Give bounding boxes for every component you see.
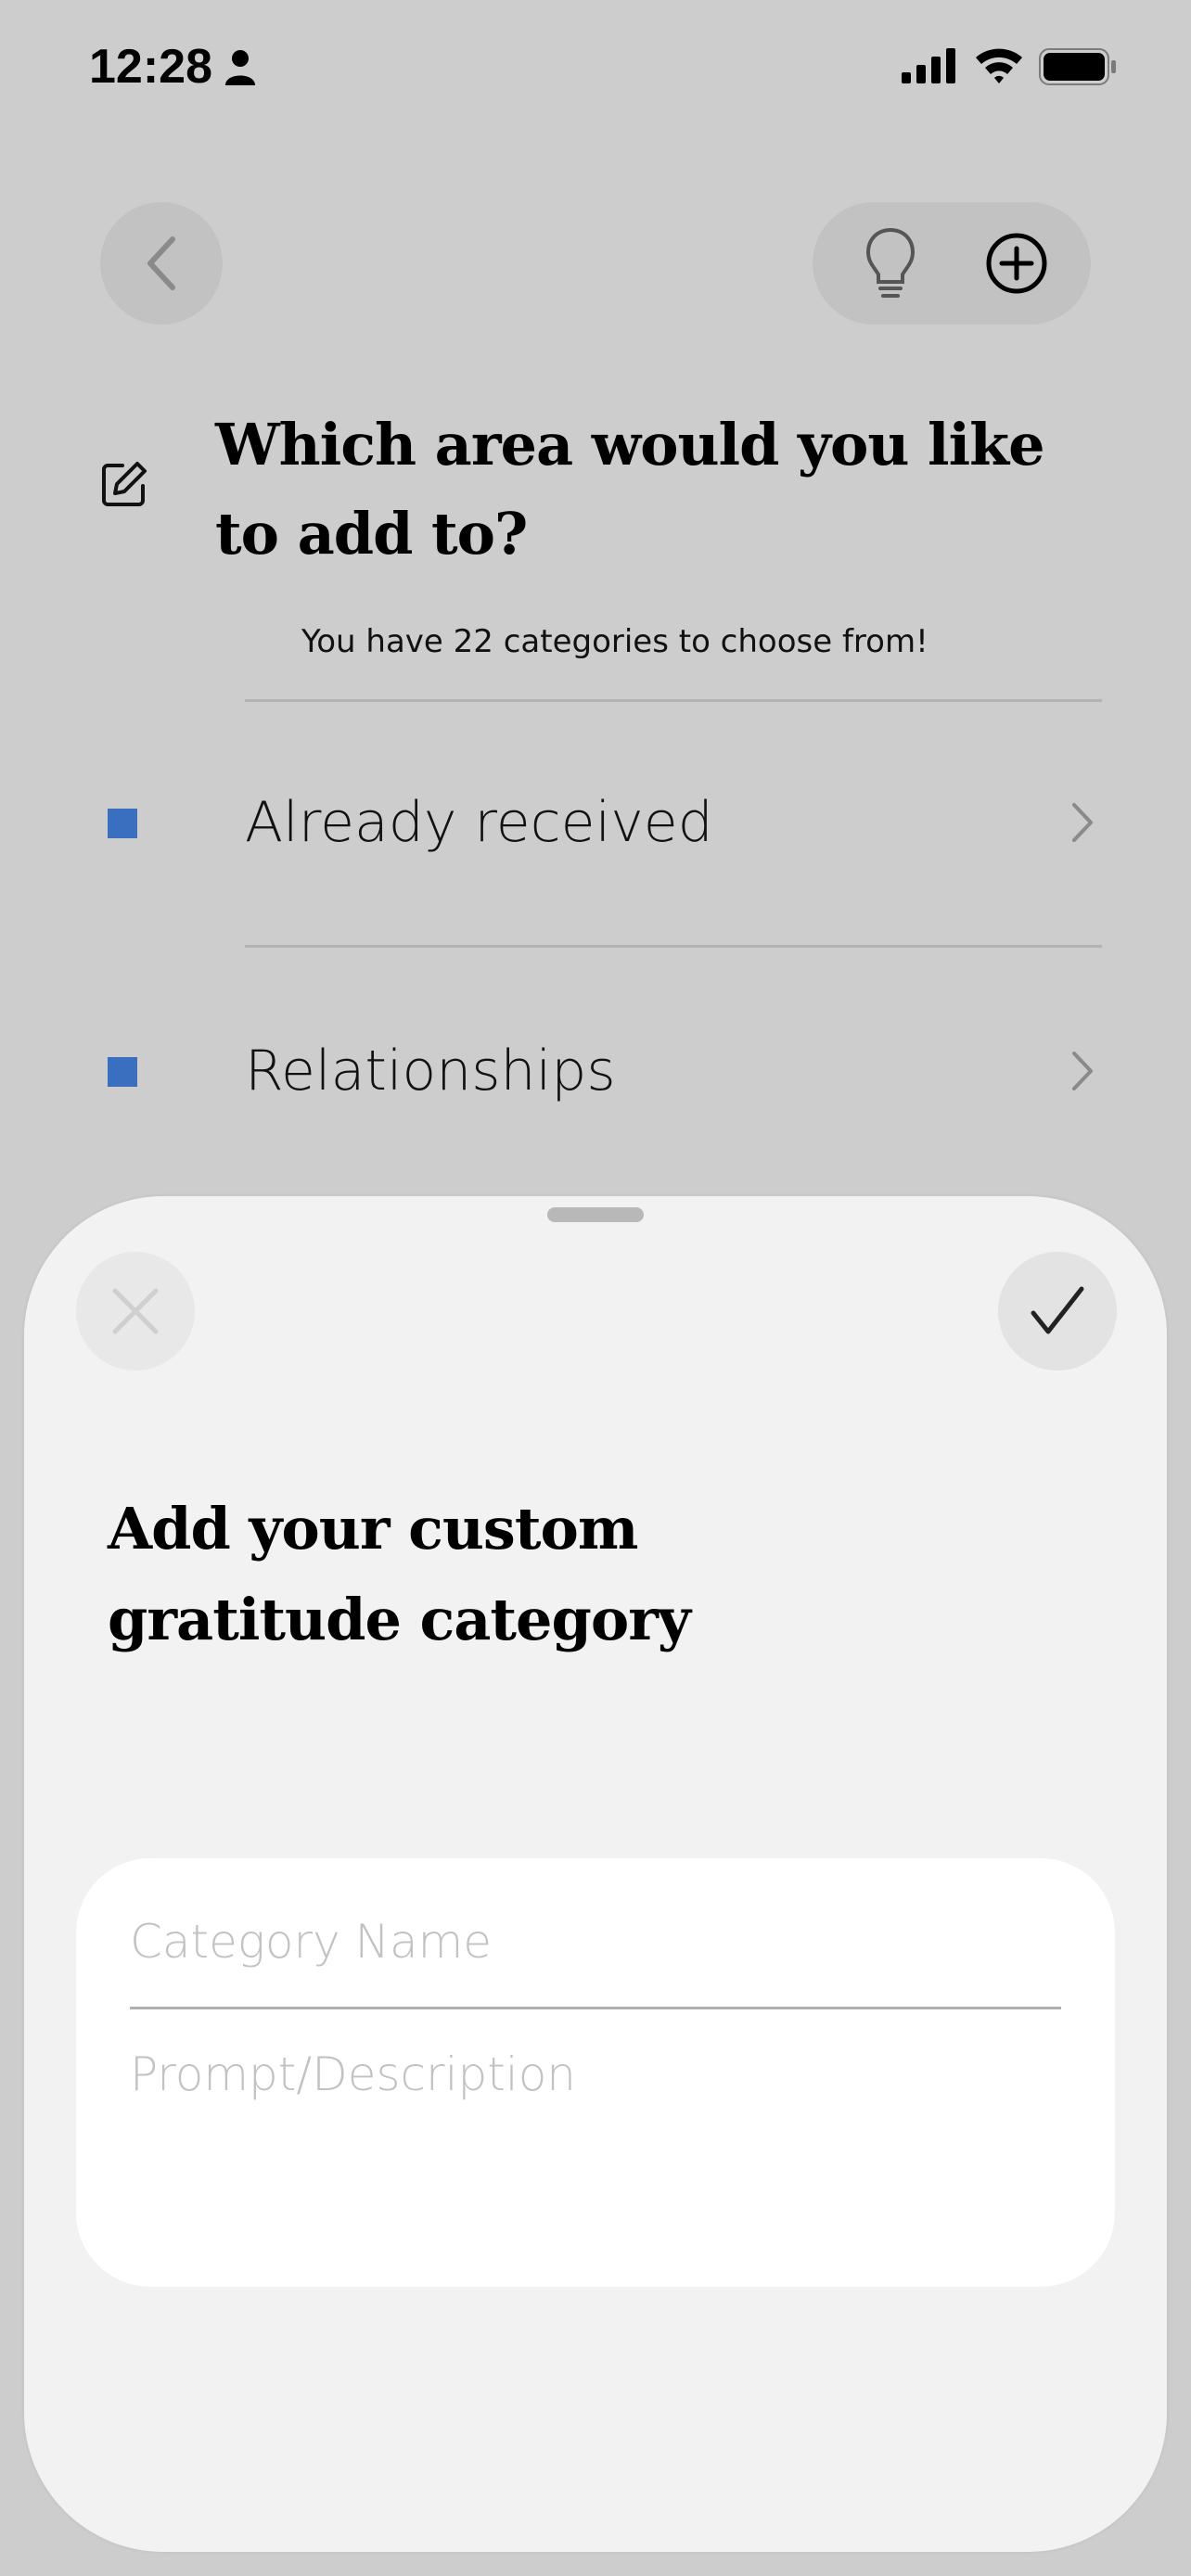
close-button[interactable] [76, 1252, 195, 1371]
category-row-already-received[interactable]: Already received [0, 773, 1191, 875]
category-color-marker [108, 1057, 137, 1087]
sheet-drag-handle[interactable] [547, 1207, 644, 1222]
signal-icon [902, 48, 955, 83]
divider [245, 945, 1102, 948]
checkmark-icon [1031, 1286, 1084, 1334]
lightbulb-icon [865, 227, 916, 298]
input-divider [130, 2007, 1061, 2009]
status-time: 12:28 [89, 40, 212, 94]
category-color-marker [108, 809, 137, 838]
category-label: Relationships [245, 1039, 616, 1103]
add-category-button[interactable] [976, 223, 1057, 304]
chevron-left-icon [147, 236, 175, 290]
back-button[interactable] [100, 202, 223, 325]
chevron-right-icon [1072, 803, 1093, 842]
category-row-relationships[interactable]: Relationships [0, 1022, 1191, 1124]
close-icon [112, 1288, 159, 1334]
edit-icon [102, 462, 147, 506]
page-subtitle: You have 22 categories to choose from! [301, 623, 928, 660]
divider [245, 699, 1102, 702]
category-form [76, 1858, 1115, 2287]
chevron-right-icon [1072, 1052, 1093, 1090]
header-actions [813, 202, 1091, 325]
category-name-input[interactable] [130, 1905, 1061, 1979]
battery-icon [1039, 48, 1116, 85]
category-label: Already received [245, 790, 713, 855]
prompt-description-input[interactable] [130, 2047, 1061, 2251]
wifi-icon [976, 48, 1022, 83]
plus-circle-icon [986, 233, 1047, 294]
page-title: Which area would you like to add to? [215, 411, 1045, 567]
person-icon [225, 50, 255, 85]
add-category-sheet: Add your custom gratitude category [24, 1196, 1167, 2552]
ideas-button[interactable] [850, 223, 931, 304]
sheet-title: Add your custom gratitude category [108, 1495, 691, 1653]
confirm-button[interactable] [998, 1252, 1117, 1371]
